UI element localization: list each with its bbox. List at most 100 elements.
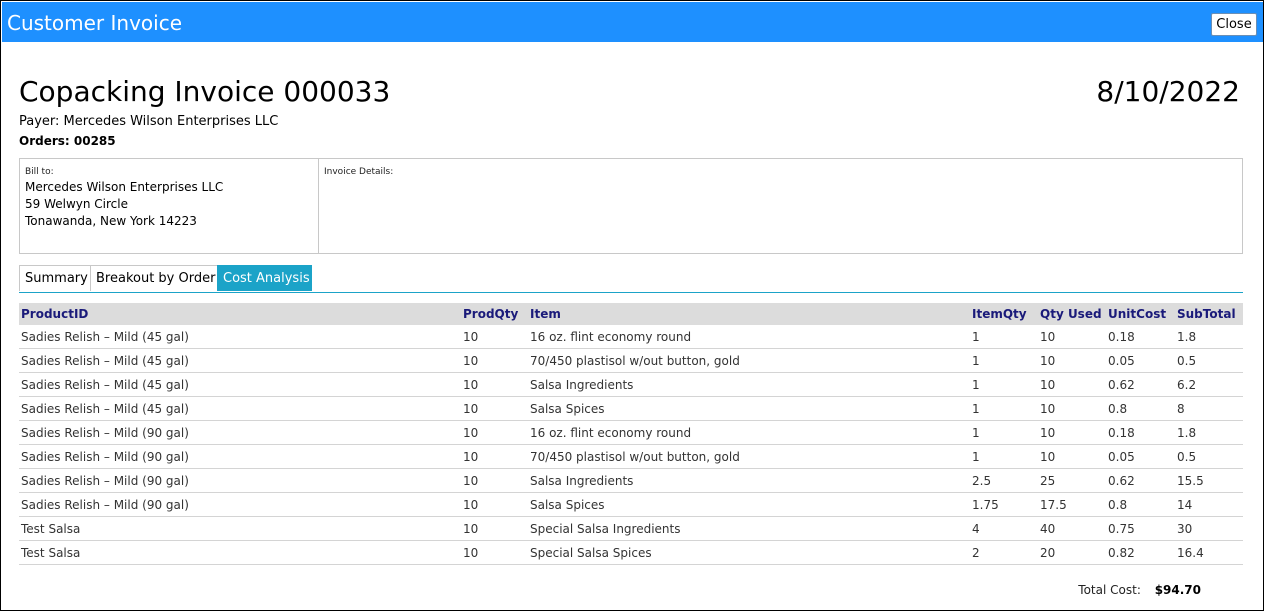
cell-subtotal: 14 (1177, 498, 1193, 512)
cell-qty-used: 17.5 (1040, 498, 1067, 512)
cell-subtotal: 16.4 (1177, 546, 1204, 560)
close-button[interactable]: Close (1211, 13, 1257, 36)
bill-to-line: 59 Welwyn Circle (25, 197, 128, 211)
header-unit-cost[interactable]: UnitCost (1108, 306, 1166, 322)
cell-item-qty: 1.75 (972, 498, 999, 512)
cell-item: 70/450 plastisol w/out button, gold (530, 450, 740, 464)
cell-item: Salsa Spices (530, 402, 605, 416)
cell-prod-qty: 10 (463, 546, 479, 560)
cell-qty-used: 20 (1040, 546, 1056, 560)
cell-subtotal: 0.5 (1177, 450, 1197, 464)
header-product-id[interactable]: ProductID (21, 306, 88, 322)
cell-item: Salsa Spices (530, 498, 605, 512)
table-row[interactable]: Sadies Relish – Mild (45 gal) 10 70/450 pl… (19, 349, 1243, 373)
total-cost-value: $94.70 (1154, 583, 1201, 597)
header-item[interactable]: Item (530, 306, 561, 322)
cell-item: Special Salsa Ingredients (530, 522, 681, 536)
cell-qty-used: 40 (1040, 522, 1056, 536)
cell-product-id: Sadies Relish – Mild (90 gal) (21, 450, 189, 464)
cell-prod-qty: 10 (463, 402, 479, 416)
header-subtotal[interactable]: SubTotal (1177, 306, 1236, 322)
tab-cost-analysis[interactable]: Cost Analysis (217, 265, 312, 291)
cell-subtotal: 0.5 (1177, 354, 1197, 368)
table-row[interactable]: Sadies Relish – Mild (90 gal) 10 Salsa Spi… (19, 493, 1243, 517)
cell-subtotal: 8 (1177, 402, 1185, 416)
cell-subtotal: 1.8 (1177, 330, 1197, 344)
cell-qty-used: 10 (1040, 354, 1056, 368)
table-row[interactable]: Sadies Relish – Mild (45 gal) 10 Salsa Ing… (19, 373, 1243, 397)
cell-item: 16 oz. flint economy round (530, 426, 692, 440)
title-bar: Customer Invoice Close (2, 2, 1263, 42)
cell-unit-cost: 0.18 (1108, 330, 1135, 344)
cell-prod-qty: 10 (463, 330, 479, 344)
cost-analysis-table: ProductID ProdQty Item ItemQty Qty Used … (19, 303, 1243, 565)
table-row[interactable]: Sadies Relish – Mild (45 gal) 10 16 oz. fl… (19, 325, 1243, 349)
orders-line: Orders: 00285 (19, 134, 116, 148)
table-row[interactable]: Sadies Relish – Mild (90 gal) 10 Salsa Ing… (19, 469, 1243, 493)
cell-qty-used: 10 (1040, 426, 1056, 440)
cell-item: Salsa Ingredients (530, 378, 634, 392)
invoice-window: Customer Invoice Close Copacking Invoice… (0, 0, 1264, 611)
cell-prod-qty: 10 (463, 522, 479, 536)
cell-prod-qty: 10 (463, 474, 479, 488)
table-header: ProductID ProdQty Item ItemQty Qty Used … (19, 303, 1243, 325)
cell-item-qty: 1 (972, 402, 980, 416)
cell-product-id: Sadies Relish – Mild (90 gal) (21, 426, 189, 440)
cell-product-id: Test Salsa (21, 522, 81, 536)
cell-qty-used: 10 (1040, 378, 1056, 392)
cell-product-id: Sadies Relish – Mild (45 gal) (21, 378, 189, 392)
cell-item-qty: 1 (972, 354, 980, 368)
cell-unit-cost: 0.75 (1108, 522, 1135, 536)
bill-to-line: Tonawanda, New York 14223 (25, 214, 197, 228)
table-row[interactable]: Sadies Relish – Mild (90 gal) 10 70/450 pl… (19, 445, 1243, 469)
cell-unit-cost: 0.05 (1108, 450, 1135, 464)
cell-prod-qty: 10 (463, 354, 479, 368)
cell-subtotal: 1.8 (1177, 426, 1197, 440)
cell-unit-cost: 0.62 (1108, 378, 1135, 392)
payer-line: Payer: Mercedes Wilson Enterprises LLC (19, 114, 279, 129)
tab-breakout-by-order[interactable]: Breakout by Order (90, 265, 218, 291)
table-row[interactable]: Test Salsa 10 Special Salsa Ingredients 4 40… (19, 517, 1243, 541)
invoice-info-box: Bill to: Mercedes Wilson Enterprises LLC… (19, 158, 1243, 254)
bill-to-label: Bill to: (25, 167, 54, 177)
cell-qty-used: 25 (1040, 474, 1056, 488)
invoice-details-label: Invoice Details: (324, 167, 394, 177)
cell-unit-cost: 0.8 (1108, 498, 1128, 512)
invoice-title: Copacking Invoice 000033 (19, 75, 391, 108)
cell-unit-cost: 0.82 (1108, 546, 1135, 560)
cell-unit-cost: 0.62 (1108, 474, 1135, 488)
cell-product-id: Sadies Relish – Mild (45 gal) (21, 354, 189, 368)
cell-qty-used: 10 (1040, 402, 1056, 416)
invoice-date: 8/10/2022 (1096, 75, 1240, 108)
table-row[interactable]: Test Salsa 10 Special Salsa Spices 2 20 0.82 1… (19, 541, 1243, 565)
table-row[interactable]: Sadies Relish – Mild (90 gal) 10 16 oz. fl… (19, 421, 1243, 445)
cell-item-qty: 2.5 (972, 474, 992, 488)
cell-qty-used: 10 (1040, 450, 1056, 464)
cell-qty-used: 10 (1040, 330, 1056, 344)
tab-summary[interactable]: Summary (19, 265, 91, 291)
cell-item-qty: 1 (972, 426, 980, 440)
cell-product-id: Sadies Relish – Mild (90 gal) (21, 474, 189, 488)
cell-subtotal: 15.5 (1177, 474, 1204, 488)
cell-product-id: Test Salsa (21, 546, 81, 560)
cell-item: Special Salsa Spices (530, 546, 652, 560)
window-title: Customer Invoice (7, 11, 183, 35)
cell-unit-cost: 0.05 (1108, 354, 1135, 368)
header-qty-used[interactable]: Qty Used (1040, 306, 1102, 322)
cell-unit-cost: 0.18 (1108, 426, 1135, 440)
cell-prod-qty: 10 (463, 450, 479, 464)
cell-item-qty: 1 (972, 330, 980, 344)
cell-product-id: Sadies Relish – Mild (90 gal) (21, 498, 189, 512)
bill-to-section: Bill to: Mercedes Wilson Enterprises LLC… (20, 159, 319, 253)
cell-product-id: Sadies Relish – Mild (45 gal) (21, 330, 189, 344)
cell-product-id: Sadies Relish – Mild (45 gal) (21, 402, 189, 416)
bill-to-line: Mercedes Wilson Enterprises LLC (25, 180, 224, 194)
cell-prod-qty: 10 (463, 426, 479, 440)
cell-unit-cost: 0.8 (1108, 402, 1128, 416)
header-prod-qty[interactable]: ProdQty (463, 306, 518, 322)
total-cost: Total Cost: $94.70 (1078, 582, 1201, 598)
cell-subtotal: 30 (1177, 522, 1193, 536)
table-row[interactable]: Sadies Relish – Mild (45 gal) 10 Salsa Spi… (19, 397, 1243, 421)
cell-item: 70/450 plastisol w/out button, gold (530, 354, 740, 368)
header-item-qty[interactable]: ItemQty (972, 306, 1027, 322)
